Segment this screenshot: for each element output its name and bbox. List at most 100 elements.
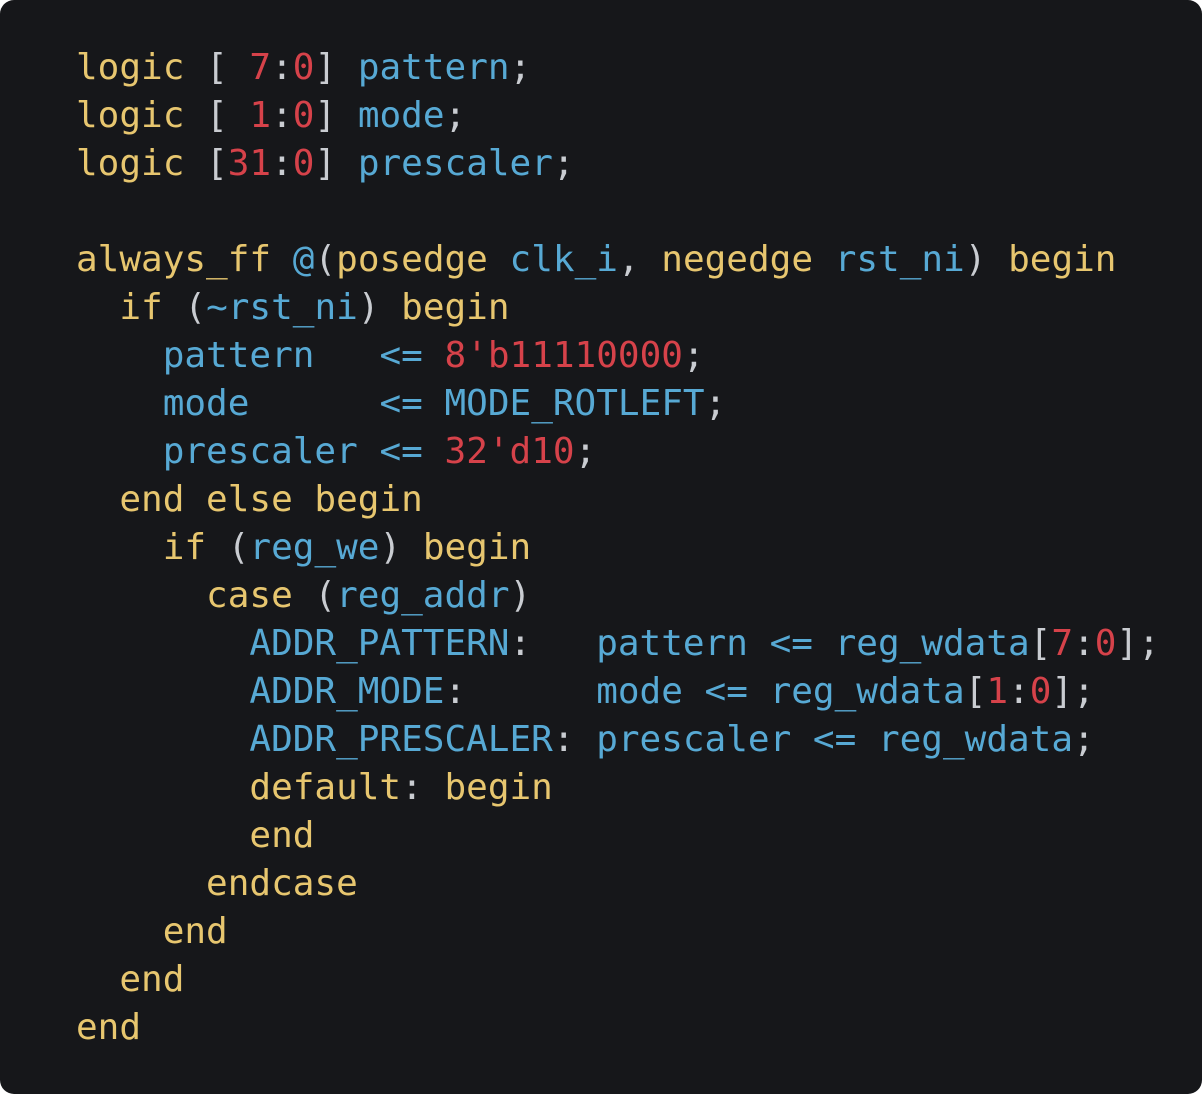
punctuation-token: ) (379, 527, 423, 568)
keyword-token: negedge (661, 239, 813, 280)
keyword-token: posedge (336, 239, 488, 280)
punctuation-token: ( (292, 575, 337, 616)
identifier-token: ADDR_MODE (249, 671, 445, 712)
punctuation-token: : (271, 143, 293, 184)
punctuation-token: ; (1073, 719, 1095, 760)
identifier-token: prescaler (357, 143, 553, 184)
identifier-token: clk_i (509, 239, 618, 280)
keyword-token: begin (422, 527, 532, 568)
keyword-token: if (119, 287, 163, 328)
identifier-token: rst_ni (834, 239, 965, 280)
number-token: 7 (249, 47, 272, 88)
punctuation-token (76, 431, 163, 472)
identifier-token: reg_we (249, 527, 380, 568)
punctuation-token: ) (964, 239, 1009, 280)
punctuation-token: ; (682, 335, 705, 376)
punctuation-token (76, 575, 206, 616)
punctuation-token (76, 863, 206, 904)
punctuation-token: : (1008, 671, 1030, 712)
punctuation-token: : (271, 95, 293, 136)
punctuation-token (423, 335, 445, 376)
number-token: 8'b11110000 (444, 335, 683, 376)
punctuation-token: ; (704, 383, 727, 424)
punctuation-token (76, 815, 249, 856)
punctuation-token (813, 239, 835, 280)
punctuation-token: ; (574, 431, 597, 472)
keyword-token: logic (76, 47, 185, 88)
punctuation-token (271, 239, 293, 280)
punctuation-token: ]; (1116, 623, 1160, 664)
keyword-token: endcase (206, 863, 358, 904)
punctuation-token (76, 383, 163, 424)
code-line: end (76, 956, 1160, 1004)
punctuation-token (76, 623, 249, 664)
code-line: end (76, 812, 1160, 860)
punctuation-token: ; (509, 47, 532, 88)
code-line: endcase (76, 860, 1160, 908)
identifier-token: pattern (357, 47, 510, 88)
code-line: logic [ 7:0] pattern; (76, 44, 1160, 92)
punctuation-token: : (509, 623, 597, 664)
keyword-token: end (162, 911, 228, 952)
keyword-token: end else begin (119, 479, 423, 520)
keyword-token: end (76, 1007, 142, 1048)
punctuation-token: : (271, 47, 293, 88)
punctuation-token: ; (444, 95, 467, 136)
punctuation-token (76, 767, 249, 808)
number-token: 1 (986, 671, 1009, 712)
punctuation-token (249, 383, 379, 424)
identifier-token: <= (379, 431, 423, 472)
code-line: end (76, 1004, 1160, 1052)
identifier-token: ADDR_PATTERN (249, 623, 510, 664)
punctuation-token (76, 719, 249, 760)
punctuation-token (314, 335, 379, 376)
keyword-token: begin (401, 287, 510, 328)
code-line: always_ff @(posedge clk_i, negedge rst_n… (76, 236, 1160, 284)
number-token: 0 (292, 47, 315, 88)
punctuation-token: ) (509, 575, 532, 616)
keyword-token: end (119, 959, 185, 1000)
identifier-token: ~rst_ni (206, 287, 358, 328)
number-token: 32'd10 (444, 431, 575, 472)
keyword-token: always_ff (76, 239, 272, 280)
keyword-token: begin (1008, 239, 1117, 280)
identifier-token: pattern (162, 335, 315, 376)
number-token: 0 (292, 143, 315, 184)
identifier-token: pattern <= reg_wdata (596, 623, 1030, 664)
code-line: if (reg_we) begin (76, 524, 1160, 572)
punctuation-token: ( (162, 287, 207, 328)
punctuation-token: [ (1029, 623, 1052, 664)
punctuation-token: ; (552, 143, 575, 184)
identifier-token: mode (357, 95, 445, 136)
punctuation-token: ] (314, 47, 358, 88)
punctuation-token: : (552, 719, 597, 760)
punctuation-token (76, 911, 163, 952)
keyword-token: begin (444, 767, 553, 808)
punctuation-token: : (1073, 623, 1095, 664)
identifier-token: <= (379, 335, 423, 376)
keyword-token: case (206, 575, 293, 616)
punctuation-token (423, 383, 445, 424)
code-line: if (~rst_ni) begin (76, 284, 1160, 332)
identifier-token: MODE_ROTLEFT (444, 383, 705, 424)
code-line: case (reg_addr) (76, 572, 1160, 620)
code-line: end (76, 908, 1160, 956)
identifier-token: reg_addr (336, 575, 510, 616)
code-line: logic [ 1:0] mode; (76, 92, 1160, 140)
punctuation-token (76, 335, 163, 376)
punctuation-token (488, 239, 510, 280)
code-line: logic [31:0] prescaler; (76, 140, 1160, 188)
code-block[interactable]: logic [ 7:0] pattern; logic [ 1:0] mode; l… (76, 44, 1160, 1052)
punctuation-token: ( (206, 527, 250, 568)
identifier-token: prescaler (162, 431, 358, 472)
number-token: 0 (1029, 671, 1052, 712)
punctuation-token: [ (184, 143, 228, 184)
punctuation-token: : (401, 767, 445, 808)
punctuation-token: [ (964, 671, 987, 712)
code-line: ADDR_PRESCALER: prescaler <= reg_wdata; (76, 716, 1160, 764)
punctuation-token: : (444, 671, 597, 712)
punctuation-token (76, 287, 119, 328)
keyword-token: default (249, 767, 402, 808)
punctuation-token: [ (184, 47, 250, 88)
